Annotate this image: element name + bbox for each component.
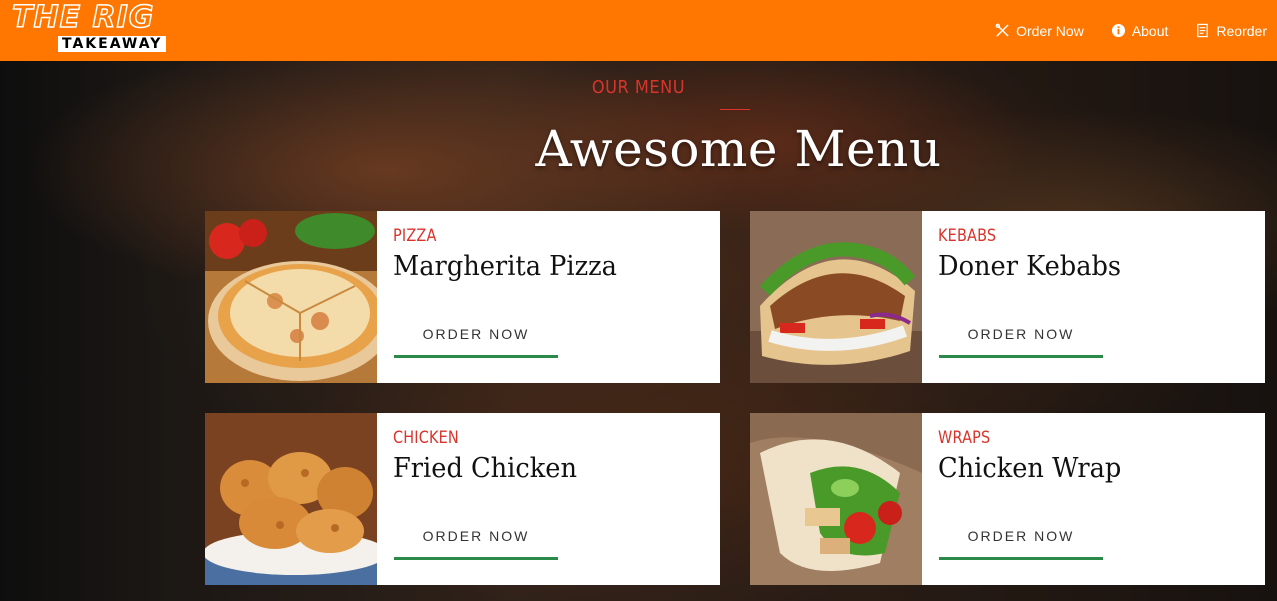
menu-card-kebabs: KEBABS Doner Kebabs ORDER NOW [750,211,1265,383]
nav-label: Order Now [1016,22,1084,39]
utensils-icon [995,23,1009,37]
card-body: PIZZA Margherita Pizza ORDER NOW [377,211,720,383]
info-icon [1111,23,1125,38]
menu-card-wraps: WRAPS Chicken Wrap ORDER NOW [750,413,1265,585]
receipt-icon [1197,23,1209,38]
nav-order-now[interactable]: Order Now [995,23,1084,39]
order-now-button[interactable]: ORDER NOW [939,326,1103,358]
card-category: PIZZA [393,226,437,246]
section-divider [720,109,750,110]
site-header: THE RIG TAKEAWAY Order Now About Reorder [0,0,1277,61]
section-kicker: OUR MENU [591,77,686,98]
nav-about[interactable]: About [1111,22,1169,39]
order-now-button[interactable]: ORDER NOW [394,326,558,358]
menu-card-pizza: PIZZA Margherita Pizza ORDER NOW [205,211,720,383]
card-body: KEBABS Doner Kebabs ORDER NOW [922,211,1265,383]
card-category: CHICKEN [393,428,459,448]
brand-tagline: TAKEAWAY [58,36,167,52]
nav-reorder[interactable]: Reorder [1195,23,1267,39]
nav-label: Reorder [1216,22,1267,39]
wrap-image [750,413,922,585]
menu-card-chicken: CHICKEN Fried Chicken ORDER NOW [205,413,720,585]
nav-label: About [1131,22,1169,39]
order-now-button[interactable]: ORDER NOW [394,528,558,560]
brand-logo[interactable]: THE RIG TAKEAWAY [11,0,244,57]
card-title: Doner Kebabs [938,251,1122,282]
order-now-button[interactable]: ORDER NOW [939,528,1103,560]
card-category: KEBABS [938,226,997,246]
kebab-image [750,211,922,383]
pizza-image [205,211,377,383]
card-title: Fried Chicken [393,453,577,484]
card-title: Margherita Pizza [393,251,617,282]
main-nav: Order Now About Reorder [968,0,1267,61]
card-category: WRAPS [938,428,991,448]
brand-name: THE RIG [11,0,155,35]
card-title: Chicken Wrap [938,453,1122,484]
card-body: WRAPS Chicken Wrap ORDER NOW [922,413,1265,585]
chicken-image [205,413,377,585]
section-title: Awesome Menu [535,120,942,178]
card-body: CHICKEN Fried Chicken ORDER NOW [377,413,720,585]
